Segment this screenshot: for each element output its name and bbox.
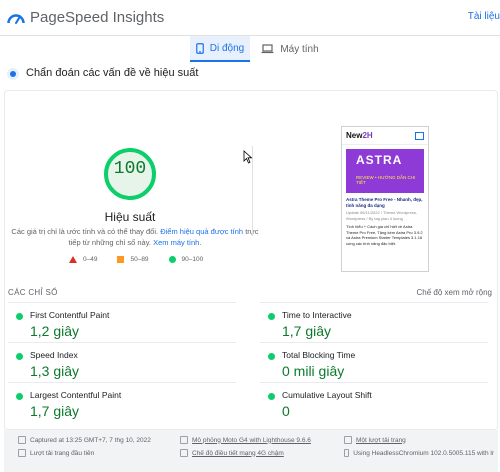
metric-label: First Contentful Paint bbox=[30, 310, 110, 320]
throttling-link[interactable]: Chế độ điều tiết mạng 4G chậm bbox=[192, 450, 284, 457]
score-calc-link[interactable]: Điểm hiệu quả được tính bbox=[160, 227, 243, 236]
metric-tti: Time to Interactive 1,7 giây bbox=[260, 302, 488, 342]
preview-article-title: Astra Theme Pro Free - Nhanh, đẹp, tính … bbox=[346, 197, 423, 208]
metric-cls: Cumulative Layout Shift 0 bbox=[260, 382, 488, 422]
session-info: Một lượt tải trang bbox=[344, 436, 406, 444]
preview-article-body: Tình hiểu + Cách gia chỉ hiết về Astra T… bbox=[346, 224, 423, 246]
preview-banner-title: ASTRA bbox=[356, 153, 403, 167]
smartphone-icon bbox=[195, 42, 204, 54]
pass-circle-icon bbox=[268, 393, 275, 400]
tab-mobile-label: Di động bbox=[209, 42, 245, 54]
legend-pass: 90–100 bbox=[168, 255, 204, 263]
laptop-icon bbox=[261, 44, 274, 54]
pass-circle-icon bbox=[16, 313, 23, 320]
metric-value: 0 bbox=[282, 403, 290, 419]
pass-circle-icon bbox=[268, 353, 275, 360]
pass-circle-icon bbox=[16, 353, 23, 360]
tab-desktop[interactable]: Máy tính bbox=[260, 36, 320, 62]
run-info: Captured at 13:25 GMT+7, 7 thg 10, 2022 … bbox=[4, 430, 498, 472]
preview-article: Astra Theme Pro Free - Nhanh, đẹp, tính … bbox=[342, 197, 428, 246]
browser-info: Using HeadlessChromium 102.0.5005.115 wi… bbox=[344, 449, 494, 457]
metrics-title: CÁC CHỈ SỐ bbox=[8, 288, 58, 297]
metric-value: 1,7 giây bbox=[282, 323, 332, 339]
metric-speed-index: Speed Index 1,3 giây bbox=[8, 342, 236, 382]
tab-mobile[interactable]: Di động bbox=[190, 36, 250, 62]
calendar-icon bbox=[18, 436, 26, 444]
device-info: Mô phỏng Moto G4 with Lighthouse 9.6.6 bbox=[180, 436, 311, 444]
pagespeed-logo-icon bbox=[7, 14, 25, 25]
metric-label: Speed Index bbox=[30, 350, 78, 360]
legend-fail: 0–49 bbox=[69, 255, 98, 263]
circle-icon bbox=[168, 255, 176, 263]
browser-text: Using HeadlessChromium 102.0.5005.115 wi… bbox=[353, 449, 494, 457]
lighthouse-icon bbox=[7, 68, 19, 80]
initial-load-info: Lượt tải trang đầu tiên bbox=[18, 449, 94, 457]
diagnose-title: Chẩn đoán các vấn đề về hiệu suất bbox=[26, 67, 199, 79]
header: PageSpeed Insights Tài liệu bbox=[0, 0, 500, 36]
metric-label: Largest Contentful Paint bbox=[30, 390, 122, 400]
pass-circle-icon bbox=[268, 313, 275, 320]
preview-logo: New2H bbox=[346, 131, 373, 140]
expand-view-toggle[interactable]: Chế độ xem mở rộng bbox=[417, 288, 493, 297]
metric-value: 1,2 giây bbox=[30, 323, 80, 339]
score-legend: 0–49 50–89 90–100 bbox=[69, 253, 203, 265]
app-title: PageSpeed Insights bbox=[30, 9, 165, 26]
note-text-1: Các giá trị chỉ là ước tính và có thể th… bbox=[11, 227, 159, 236]
metric-value: 1,7 giây bbox=[30, 403, 80, 419]
timer-icon bbox=[18, 449, 26, 457]
metric-lcp: Largest Contentful Paint 1,7 giây bbox=[8, 382, 236, 422]
metric-value: 1,3 giây bbox=[30, 363, 80, 379]
performance-score: 100 bbox=[113, 159, 147, 179]
preview-article-meta: Update 06/11/2022 / Theme Wordpress, Wor… bbox=[346, 210, 417, 221]
browser-icon bbox=[344, 449, 350, 457]
performance-note: Các giá trị chỉ là ước tính và có thể th… bbox=[5, 226, 265, 248]
metric-label: Cumulative Layout Shift bbox=[282, 390, 372, 400]
note-text-3: . bbox=[199, 238, 202, 247]
metric-label: Time to Interactive bbox=[282, 310, 352, 320]
legend-average-label: 50–89 bbox=[130, 255, 149, 263]
preview-logo-accent: 2H bbox=[362, 131, 373, 140]
captured-text: Captured at 13:25 GMT+7, 7 thg 10, 2022 bbox=[30, 436, 151, 444]
preview-logo-main: New bbox=[346, 131, 363, 140]
session-link[interactable]: Một lượt tải trang bbox=[356, 437, 406, 444]
calculator-link[interactable]: Xem máy tính bbox=[153, 238, 199, 247]
network-icon bbox=[180, 449, 188, 457]
pass-circle-icon bbox=[16, 393, 23, 400]
preview-banner-sub: REVIEW • HƯỚNG DẪN CHI TIẾT bbox=[356, 175, 416, 185]
metric-label: Total Blocking Time bbox=[282, 350, 356, 360]
preview-header: New2H bbox=[342, 127, 428, 145]
metric-value: 0 mili giây bbox=[282, 363, 345, 379]
legend-average: 50–89 bbox=[117, 255, 149, 263]
session-icon bbox=[344, 436, 352, 444]
legend-fail-label: 0–49 bbox=[83, 255, 98, 263]
preview-banner: ASTRA REVIEW • HƯỚNG DẪN CHI TIẾT bbox=[346, 149, 424, 193]
square-icon bbox=[117, 255, 125, 263]
initial-load-text: Lượt tải trang đầu tiên bbox=[30, 449, 95, 457]
device-link[interactable]: Mô phỏng Moto G4 with Lighthouse 9.6.6 bbox=[192, 437, 311, 444]
tab-desktop-label: Máy tính bbox=[280, 43, 319, 55]
captured-info: Captured at 13:25 GMT+7, 7 thg 10, 2022 bbox=[18, 436, 151, 444]
device-tabs: Di động Máy tính bbox=[0, 36, 500, 62]
triangle-icon bbox=[69, 255, 77, 263]
legend-pass-label: 90–100 bbox=[181, 255, 204, 263]
diagnose-row: Chẩn đoán các vấn đề về hiệu suất bbox=[0, 62, 500, 86]
throttling-info: Chế độ điều tiết mạng 4G chậm bbox=[180, 449, 284, 457]
device-icon bbox=[180, 436, 188, 444]
menu-icon bbox=[415, 131, 424, 140]
metric-tbt: Total Blocking Time 0 mili giây bbox=[260, 342, 488, 382]
mouse-cursor-icon bbox=[243, 150, 253, 164]
performance-label: Hiệu suất bbox=[104, 210, 156, 224]
docs-link[interactable]: Tài liệu bbox=[468, 11, 500, 22]
mobile-preview: New2H ASTRA REVIEW • HƯỚNG DẪN CHI TIẾT … bbox=[341, 126, 429, 272]
metric-fcp: First Contentful Paint 1,2 giây bbox=[8, 302, 236, 342]
